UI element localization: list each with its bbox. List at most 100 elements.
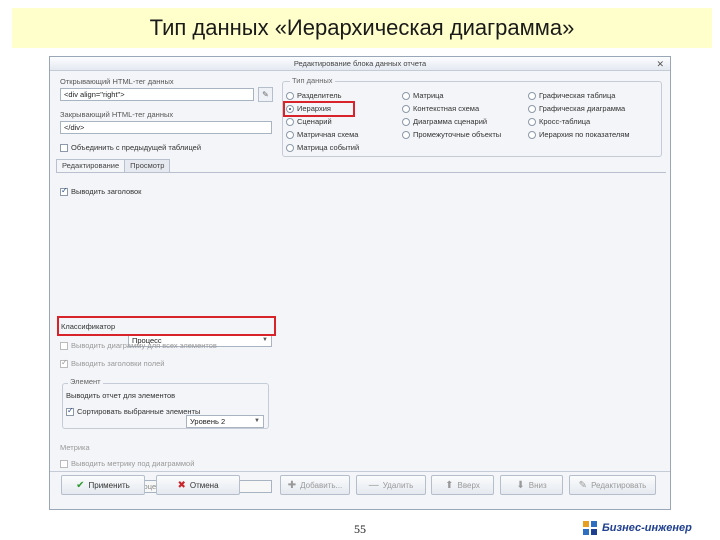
output-label: Выводить отчет для элементов (66, 391, 176, 400)
add-button[interactable]: ✚ Добавить... (280, 475, 350, 495)
radio-icon[interactable] (528, 104, 536, 113)
delete-button[interactable]: — Удалить (356, 475, 426, 495)
radio-label: Матрица событий (297, 143, 360, 152)
radio-cross-table[interactable]: Кросс-таблица (528, 115, 629, 128)
classifier-highlight (57, 316, 276, 336)
apply-label: Применить (88, 480, 130, 490)
arrow-down-icon: ⬇ (516, 479, 525, 491)
radio-icon[interactable] (286, 130, 294, 139)
show-header-label: Выводить заголовок (71, 187, 142, 196)
merge-table-checkbox[interactable] (60, 143, 68, 152)
close-tag-label: Закрывающий HTML-тег данных (60, 110, 174, 119)
sort-row[interactable]: Сортировать выбранные элементы (66, 406, 201, 416)
radio-label: Графическая таблица (539, 91, 616, 100)
element-group-title: Элемент (68, 377, 103, 386)
radio-scenario-diagram[interactable]: Диаграмма сценарий (402, 115, 501, 128)
show-header-checkbox[interactable] (60, 186, 68, 196)
tab-edit[interactable]: Редактирование (56, 159, 126, 172)
show-below-row[interactable]: Выводить метрику под диаграммой (60, 459, 194, 468)
cancel-label: Отмена (189, 480, 219, 490)
show-below-label: Выводить метрику под диаграммой (71, 459, 195, 468)
brand-logo-icon (583, 521, 597, 535)
open-tag-field[interactable]: <div align="right"> (60, 88, 254, 101)
radio-event-matrix[interactable]: Матрица событий (286, 141, 359, 154)
radio-icon[interactable] (402, 104, 410, 113)
sort-label: Сортировать выбранные элементы (77, 407, 201, 416)
show-all-label: Выводить диаграмму для всех элементов (71, 341, 217, 350)
radio-label: Иерархия по показателям (539, 130, 630, 139)
button-bar-divider (50, 471, 670, 472)
minus-icon: — (368, 479, 379, 491)
data-type-col-2: Матрица Контекстная схема Диаграмма сцен… (402, 89, 501, 141)
cross-icon: ✖ (177, 479, 186, 491)
down-button[interactable]: ⬇ Вниз (500, 475, 563, 495)
brand-footer: Бизнес-инженер (582, 520, 692, 536)
up-button[interactable]: ⬆ Вверх (431, 475, 494, 495)
open-tag-label: Открывающий HTML-тег данных (60, 77, 174, 86)
page-number: 55 (354, 522, 366, 536)
radio-context-scheme[interactable]: Контекстная схема (402, 102, 501, 115)
radio-label: Матрица (413, 91, 444, 100)
up-label: Вверх (457, 480, 480, 490)
apply-button[interactable]: ✔ Применить (61, 475, 145, 495)
close-tag-field[interactable]: </div> (60, 121, 272, 134)
show-field-headers-label: Выводить заголовки полей (71, 359, 165, 368)
show-field-headers-checkbox[interactable] (60, 358, 68, 368)
data-type-group-title: Тип данных (290, 76, 335, 85)
close-icon[interactable]: ✕ (656, 57, 664, 71)
hierarchy-highlight (283, 101, 355, 117)
show-all-row[interactable]: Выводить диаграмму для всех элементов (60, 341, 217, 350)
edit-label: Редактировать (591, 480, 647, 490)
show-header-row[interactable]: Выводить заголовок (60, 186, 142, 196)
radio-icon[interactable] (402, 91, 410, 100)
radio-icon[interactable] (286, 117, 294, 126)
sort-checkbox[interactable] (66, 406, 74, 416)
tab-preview[interactable]: Просмотр (124, 159, 171, 172)
chevron-down-icon[interactable]: ▼ (262, 335, 268, 346)
show-field-headers-row[interactable]: Выводить заголовки полей (60, 358, 165, 368)
output-level-value: Уровень 2 (190, 417, 226, 426)
radio-label: Промежуточные объекты (413, 130, 502, 139)
radio-icon[interactable] (286, 143, 294, 152)
merge-table-checkbox-row[interactable]: Объединить с предыдущей таблицей (60, 143, 201, 152)
radio-label: Кросс-таблица (539, 117, 591, 126)
radio-hierarchy-by-indicators[interactable]: Иерархия по показателям (528, 128, 629, 141)
report-block-dialog: Редактирование блока данных отчета ✕ Отк… (49, 56, 671, 510)
radio-label: Разделитель (297, 91, 342, 100)
add-label: Добавить... (300, 480, 343, 490)
radio-graphic-table[interactable]: Графическая таблица (528, 89, 629, 102)
radio-label: Матричная схема (297, 130, 359, 139)
arrow-up-icon: ⬆ (445, 479, 454, 491)
radio-icon[interactable] (528, 130, 536, 139)
radio-icon[interactable] (528, 117, 536, 126)
slide-title: Тип данных «Иерархическая диаграмма» (12, 8, 712, 48)
radio-label: Контекстная схема (413, 104, 480, 113)
edit-button[interactable]: ✎ Редактировать (569, 475, 656, 495)
radio-intermediate-objects[interactable]: Промежуточные объекты (402, 128, 501, 141)
delete-label: Удалить (382, 480, 414, 490)
radio-matrix[interactable]: Матрица (402, 89, 501, 102)
metric-label: Метрика (60, 443, 90, 452)
radio-icon[interactable] (402, 130, 410, 139)
radio-icon[interactable] (402, 117, 410, 126)
tab-strip: Редактирование Просмотр (56, 159, 171, 172)
show-all-checkbox[interactable] (60, 341, 68, 350)
radio-icon[interactable] (528, 91, 536, 100)
dialog-title: Редактирование блока данных отчета (293, 59, 427, 68)
edit-icon: ✎ (578, 479, 588, 491)
plus-icon: ✚ (287, 479, 297, 491)
radio-matrix-scheme[interactable]: Матричная схема (286, 128, 359, 141)
data-type-col-1: Разделитель Иерархия Сценарий Матричная … (286, 89, 359, 154)
merge-table-label: Объединить с предыдущей таблицей (71, 143, 202, 152)
down-label: Вниз (528, 480, 547, 490)
radio-graphic-diagram[interactable]: Графическая диаграмма (528, 102, 629, 115)
data-type-col-3: Графическая таблица Графическая диаграмм… (528, 89, 629, 141)
radio-label: Графическая диаграмма (539, 104, 626, 113)
show-below-checkbox[interactable] (60, 459, 68, 468)
radio-label: Диаграмма сценарий (413, 117, 488, 126)
radio-icon[interactable] (286, 91, 294, 100)
chevron-down-icon[interactable]: ▼ (254, 416, 260, 427)
cancel-button[interactable]: ✖ Отмена (156, 475, 240, 495)
output-level-select[interactable]: Уровень 2 ▼ (186, 415, 264, 428)
insert-tag-icon[interactable]: ✎ (258, 87, 273, 102)
